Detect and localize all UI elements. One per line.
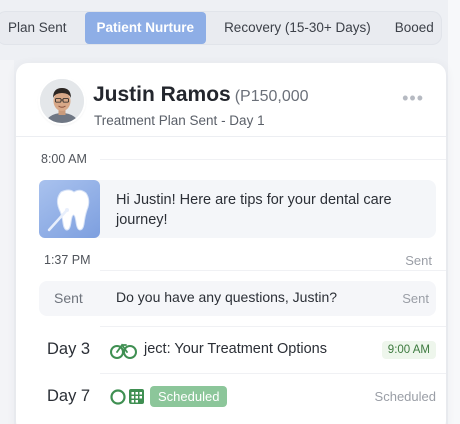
patient-header: Justin Ramos (P150,000 Treatment Plan Sen…	[16, 63, 446, 137]
treatment-amount: (P150,000	[234, 88, 309, 105]
message-bubble[interactable]: Sent Do you have any questions, Justin? …	[39, 281, 436, 316]
time-badge: 9:00 AM	[381, 341, 436, 359]
message-text: Hi Justin! Here are tips for your dental…	[116, 192, 392, 228]
patient-status: Treatment Plan Sent - Day 1	[94, 113, 265, 128]
delivery-status: Scheduled	[374, 389, 436, 404]
message-label: Sent	[54, 290, 83, 306]
left-panel-edge	[0, 60, 14, 424]
tab-plan-sent[interactable]: Plan Sent	[0, 11, 79, 45]
day-label: Day 3	[47, 340, 91, 358]
divider	[100, 326, 446, 327]
cycle-icon	[109, 387, 147, 407]
patient-card: Justin Ramos (P150,000 Treatment Plan Sen…	[16, 63, 446, 424]
right-panel-edge	[448, 0, 460, 424]
bicycle-icon	[109, 340, 139, 360]
day-label: Day 7	[47, 387, 91, 405]
divider	[100, 373, 446, 374]
divider	[100, 159, 446, 160]
patient-name: Justin Ramos (P150,000	[93, 83, 309, 106]
divider	[100, 270, 446, 271]
email-subject: ject: Your Treatment Options	[144, 341, 327, 357]
delivery-status: Sent	[402, 291, 429, 306]
delivery-status: Sent	[405, 253, 432, 268]
avatar	[40, 79, 84, 123]
message-text: Do you have any questions, Justin?	[116, 289, 338, 305]
list-item[interactable]: Day 3 ject: Your Treatment Options 9:00 …	[16, 328, 446, 372]
stage-tabs: Plan Sent Patient Nurture Recovery (15-3…	[0, 11, 442, 45]
tab-booked[interactable]: Booed	[383, 11, 446, 45]
tooth-icon	[39, 180, 100, 238]
scheduled-badge: Scheduled	[150, 386, 228, 407]
timestamp: 1:37 PM	[44, 253, 91, 267]
tab-patient-nurture[interactable]: Patient Nurture	[84, 12, 207, 44]
message-bubble[interactable]: Hi Justin! Here are tips for your dental…	[39, 180, 436, 238]
list-item[interactable]: Day 7 Scheduled Scheduled	[16, 375, 446, 419]
timestamp: 8:00 AM	[41, 152, 87, 166]
tab-recovery[interactable]: Recovery (15-30+ Days)	[212, 11, 383, 45]
more-horizontal-icon[interactable]: •••	[402, 88, 424, 109]
